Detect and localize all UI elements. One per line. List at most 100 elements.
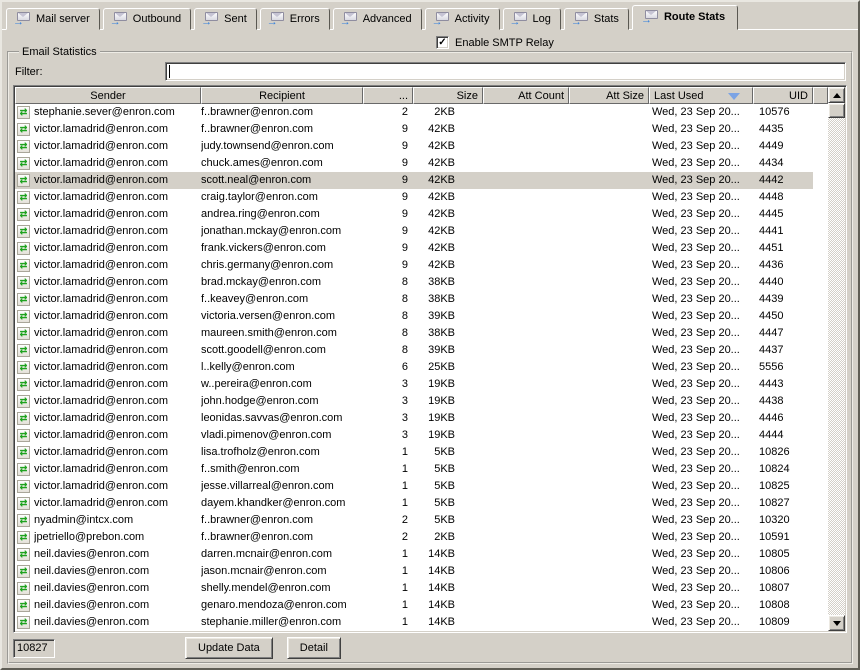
uid-cell: 4438	[753, 393, 813, 410]
table-row[interactable]: ⇄ victor.lamadrid@enron.com jonathan.mck…	[15, 223, 813, 240]
route-icon: ⇄	[17, 446, 30, 459]
sender-cell: victor.lamadrid@enron.com	[34, 325, 168, 342]
scrollbar-track[interactable]	[828, 118, 845, 615]
uid-cell: 4446	[753, 410, 813, 427]
update-data-button[interactable]: Update Data	[185, 637, 273, 659]
route-icon: ⇄	[17, 361, 30, 374]
sender-cell: neil.davies@enron.com	[34, 597, 149, 614]
table-row[interactable]: ⇄ victor.lamadrid@enron.com andrea.ring@…	[15, 206, 813, 223]
table-row[interactable]: ⇄ victor.lamadrid@enron.com w..pereira@e…	[15, 376, 813, 393]
route-icon: ⇄	[17, 429, 30, 442]
att-size-cell	[569, 240, 649, 257]
att-count-cell	[483, 597, 569, 614]
column-header-count[interactable]: ...	[363, 87, 413, 104]
recipient-cell: chuck.ames@enron.com	[201, 155, 363, 172]
recipient-cell: victoria.versen@enron.com	[201, 308, 363, 325]
last-used-cell: Wed, 23 Sep 20...	[649, 189, 753, 206]
recipient-cell: shelly.mendel@enron.com	[201, 580, 363, 597]
tab[interactable]: → Errors	[260, 8, 330, 30]
table-row[interactable]: ⇄ victor.lamadrid@enron.com chuck.ames@e…	[15, 155, 813, 172]
scrollbar-thumb[interactable]	[828, 103, 845, 118]
recipient-cell: jonathan.mckay@enron.com	[201, 223, 363, 240]
table-row[interactable]: ⇄ victor.lamadrid@enron.com scott.neal@e…	[15, 172, 813, 189]
table-row[interactable]: ⇄ victor.lamadrid@enron.com craig.taylor…	[15, 189, 813, 206]
column-header-last-used[interactable]: Last Used	[649, 87, 753, 104]
column-header-size[interactable]: Size	[413, 87, 483, 104]
recipient-cell: andrea.ring@enron.com	[201, 206, 363, 223]
forward-arrow-icon: →	[510, 17, 521, 28]
forward-arrow-icon: →	[432, 17, 443, 28]
column-header-recipient[interactable]: Recipient	[201, 87, 363, 104]
count-cell: 9	[363, 206, 413, 223]
table-row[interactable]: ⇄ victor.lamadrid@enron.com brad.mckay@e…	[15, 274, 813, 291]
size-cell: 42KB	[413, 240, 483, 257]
route-icon: ⇄	[17, 497, 30, 510]
sender-cell: victor.lamadrid@enron.com	[34, 393, 168, 410]
table-row[interactable]: ⇄ nyadmin@intcx.com f..brawner@enron.com…	[15, 512, 813, 529]
mail-forward-icon: →	[511, 12, 528, 25]
size-cell: 38KB	[413, 325, 483, 342]
column-header-uid[interactable]: UID	[753, 87, 813, 104]
vertical-scrollbar[interactable]	[828, 87, 845, 631]
down-arrow-icon	[833, 621, 841, 626]
att-size-cell	[569, 206, 649, 223]
table-row[interactable]: ⇄ neil.davies@enron.com darren.mcnair@en…	[15, 546, 813, 563]
table-row[interactable]: ⇄ victor.lamadrid@enron.com f..keavey@en…	[15, 291, 813, 308]
table-row[interactable]: ⇄ victor.lamadrid@enron.com maureen.smit…	[15, 325, 813, 342]
table-row[interactable]: ⇄ victor.lamadrid@enron.com chris.german…	[15, 257, 813, 274]
tab[interactable]: → Log	[503, 8, 561, 30]
table-row[interactable]: ⇄ victor.lamadrid@enron.com leonidas.sav…	[15, 410, 813, 427]
last-used-cell: Wed, 23 Sep 20...	[649, 206, 753, 223]
size-cell: 14KB	[413, 597, 483, 614]
table-row[interactable]: ⇄ neil.davies@enron.com stephanie.miller…	[15, 614, 813, 631]
recipient-cell: genaro.mendoza@enron.com	[201, 597, 363, 614]
table-row[interactable]: ⇄ victor.lamadrid@enron.com john.hodge@e…	[15, 393, 813, 410]
table-row[interactable]: ⇄ victor.lamadrid@enron.com victoria.ver…	[15, 308, 813, 325]
column-header-sender[interactable]: Sender	[15, 87, 201, 104]
table-row[interactable]: ⇄ victor.lamadrid@enron.com f..smith@enr…	[15, 461, 813, 478]
table-row[interactable]: ⇄ victor.lamadrid@enron.com judy.townsen…	[15, 138, 813, 155]
sender-cell: victor.lamadrid@enron.com	[34, 461, 168, 478]
count-cell: 3	[363, 410, 413, 427]
scroll-down-button[interactable]	[828, 615, 845, 631]
tab[interactable]: → Route Stats	[632, 5, 738, 30]
table-row[interactable]: ⇄ neil.davies@enron.com jason.mcnair@enr…	[15, 563, 813, 580]
last-used-cell: Wed, 23 Sep 20...	[649, 291, 753, 308]
tab[interactable]: → Advanced	[333, 8, 422, 30]
column-header-att-count[interactable]: Att Count	[483, 87, 569, 104]
table-row[interactable]: ⇄ victor.lamadrid@enron.com f..brawner@e…	[15, 121, 813, 138]
filter-input[interactable]	[165, 62, 846, 81]
table-row[interactable]: ⇄ stephanie.sever@enron.com f..brawner@e…	[15, 104, 813, 121]
table-row[interactable]: ⇄ victor.lamadrid@enron.com l..kelly@enr…	[15, 359, 813, 376]
count-cell: 2	[363, 512, 413, 529]
forward-arrow-icon: →	[340, 17, 351, 28]
tab[interactable]: → Outbound	[103, 8, 191, 30]
att-count-cell	[483, 206, 569, 223]
table-row[interactable]: ⇄ victor.lamadrid@enron.com vladi.pimeno…	[15, 427, 813, 444]
column-header-att-size[interactable]: Att Size	[569, 87, 649, 104]
uid-cell: 4443	[753, 376, 813, 393]
sender-cell: victor.lamadrid@enron.com	[34, 274, 168, 291]
tab[interactable]: → Sent	[194, 8, 257, 30]
table-row[interactable]: ⇄ victor.lamadrid@enron.com jesse.villar…	[15, 478, 813, 495]
table-row[interactable]: ⇄ neil.davies@enron.com genaro.mendoza@e…	[15, 597, 813, 614]
table-row[interactable]: ⇄ victor.lamadrid@enron.com dayem.khandk…	[15, 495, 813, 512]
tab[interactable]: → Mail server	[6, 8, 100, 30]
last-used-cell: Wed, 23 Sep 20...	[649, 342, 753, 359]
last-used-cell: Wed, 23 Sep 20...	[649, 597, 753, 614]
att-size-cell	[569, 274, 649, 291]
table-row[interactable]: ⇄ victor.lamadrid@enron.com frank.vicker…	[15, 240, 813, 257]
route-icon: ⇄	[17, 548, 30, 561]
tab[interactable]: → Stats	[564, 8, 629, 30]
table-row[interactable]: ⇄ neil.davies@enron.com shelly.mendel@en…	[15, 580, 813, 597]
detail-button[interactable]: Detail	[287, 637, 341, 659]
recipient-cell: scott.goodell@enron.com	[201, 342, 363, 359]
tab-label: Route Stats	[664, 11, 725, 23]
table-row[interactable]: ⇄ jpetriello@prebon.com f..brawner@enron…	[15, 529, 813, 546]
table-row[interactable]: ⇄ victor.lamadrid@enron.com lisa.trofhol…	[15, 444, 813, 461]
scroll-up-button[interactable]	[828, 87, 845, 103]
table-row[interactable]: ⇄ victor.lamadrid@enron.com scott.goodel…	[15, 342, 813, 359]
uid-cell: 10805	[753, 546, 813, 563]
tab[interactable]: → Activity	[425, 8, 500, 30]
sender-cell: neil.davies@enron.com	[34, 614, 149, 631]
